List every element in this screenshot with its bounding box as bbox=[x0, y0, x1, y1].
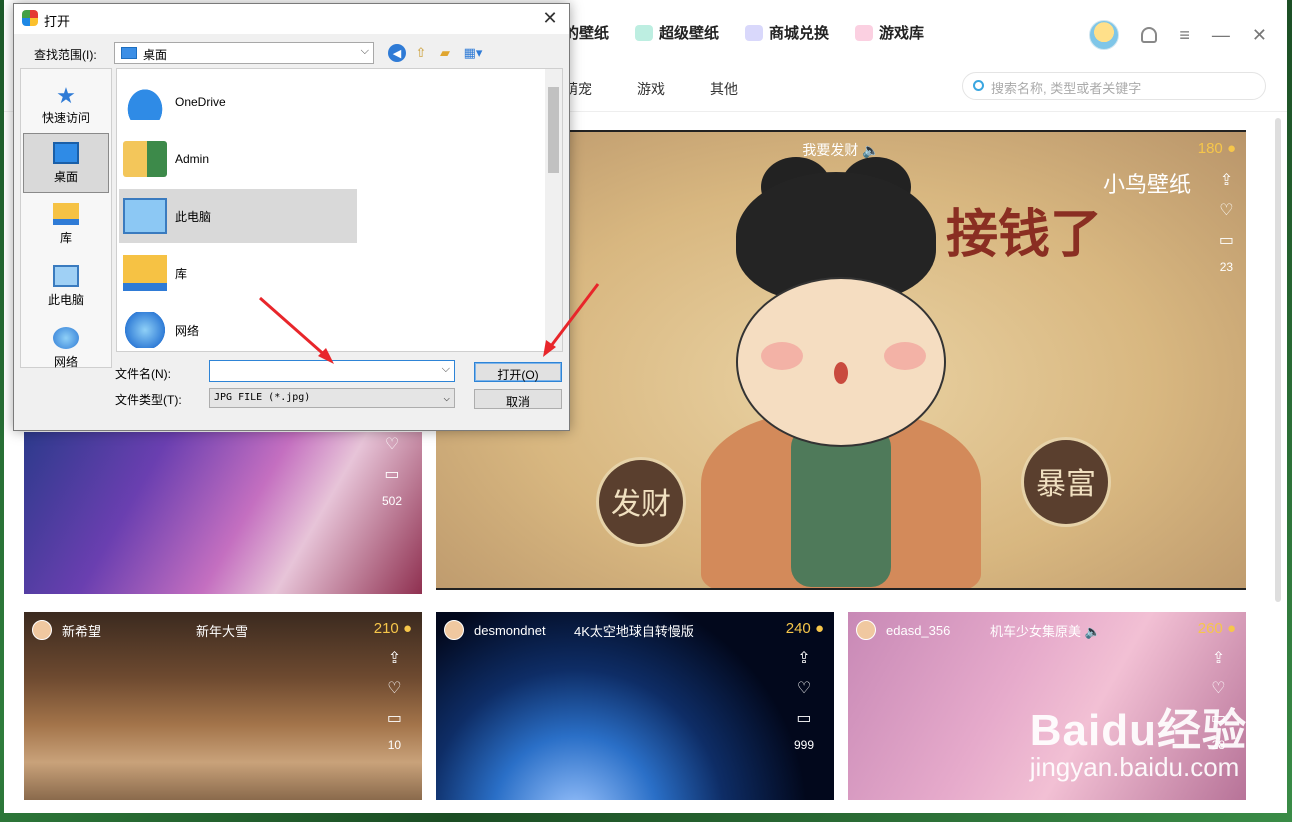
annotation-arrow bbox=[546, 283, 600, 351]
annotation-arrows bbox=[259, 283, 600, 364]
annotation-arrow bbox=[259, 296, 329, 360]
